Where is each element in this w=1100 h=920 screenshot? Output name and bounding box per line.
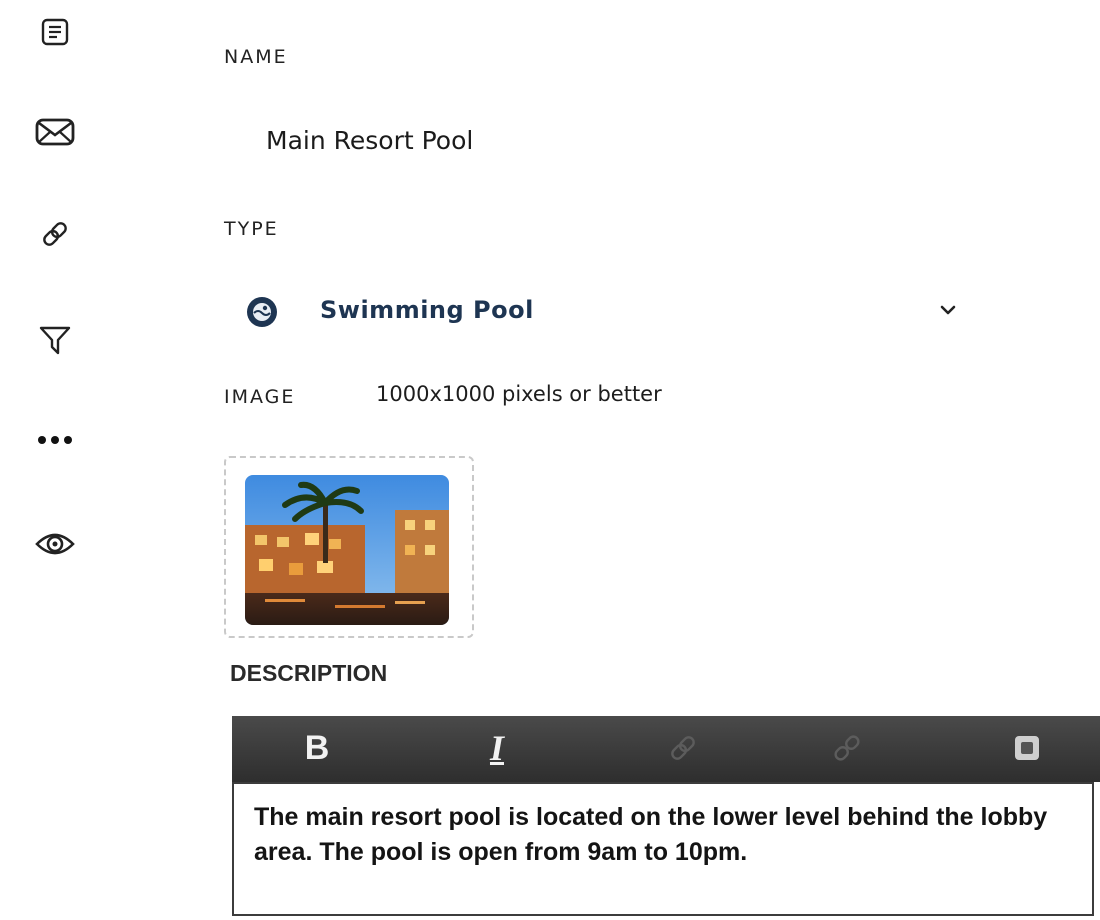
image-uploader[interactable] xyxy=(224,456,474,638)
eye-icon[interactable] xyxy=(30,522,80,566)
unlink-icon xyxy=(834,735,860,761)
name-label: NAME xyxy=(224,46,288,68)
bold-icon: B xyxy=(304,728,330,767)
image-icon xyxy=(1015,736,1039,760)
unlink-button[interactable] xyxy=(822,726,872,770)
type-value: Swimming Pool xyxy=(320,296,534,324)
link-icon xyxy=(671,736,695,760)
italic-icon: I xyxy=(489,728,504,768)
more-icon[interactable] xyxy=(30,418,80,462)
sidebar xyxy=(0,0,130,920)
bold-button[interactable]: B xyxy=(292,726,342,770)
pool-thumbnail-image xyxy=(245,475,449,625)
insert-image-button[interactable] xyxy=(1002,726,1052,770)
italic-button[interactable]: I xyxy=(472,726,522,770)
image-size-hint: 1000x1000 pixels or better xyxy=(376,382,662,406)
image-label: IMAGE xyxy=(224,386,296,408)
description-label: DESCRIPTION xyxy=(230,660,388,686)
mail-icon[interactable] xyxy=(30,110,80,154)
editor-toolbar: B I xyxy=(232,716,1100,782)
description-text: The main resort pool is located on the l… xyxy=(254,803,1048,866)
type-select[interactable]: Swimming Pool xyxy=(240,286,980,340)
document-icon[interactable] xyxy=(30,10,80,54)
description-editor[interactable]: The main resort pool is located on the l… xyxy=(232,782,1094,916)
link-button[interactable] xyxy=(658,726,708,770)
filter-icon[interactable] xyxy=(30,318,80,362)
type-label: TYPE xyxy=(224,218,279,240)
swimming-pool-icon xyxy=(246,296,278,328)
chevron-down-icon[interactable] xyxy=(938,300,958,320)
name-field[interactable]: Main Resort Pool xyxy=(266,126,473,155)
link-icon[interactable] xyxy=(30,212,80,256)
